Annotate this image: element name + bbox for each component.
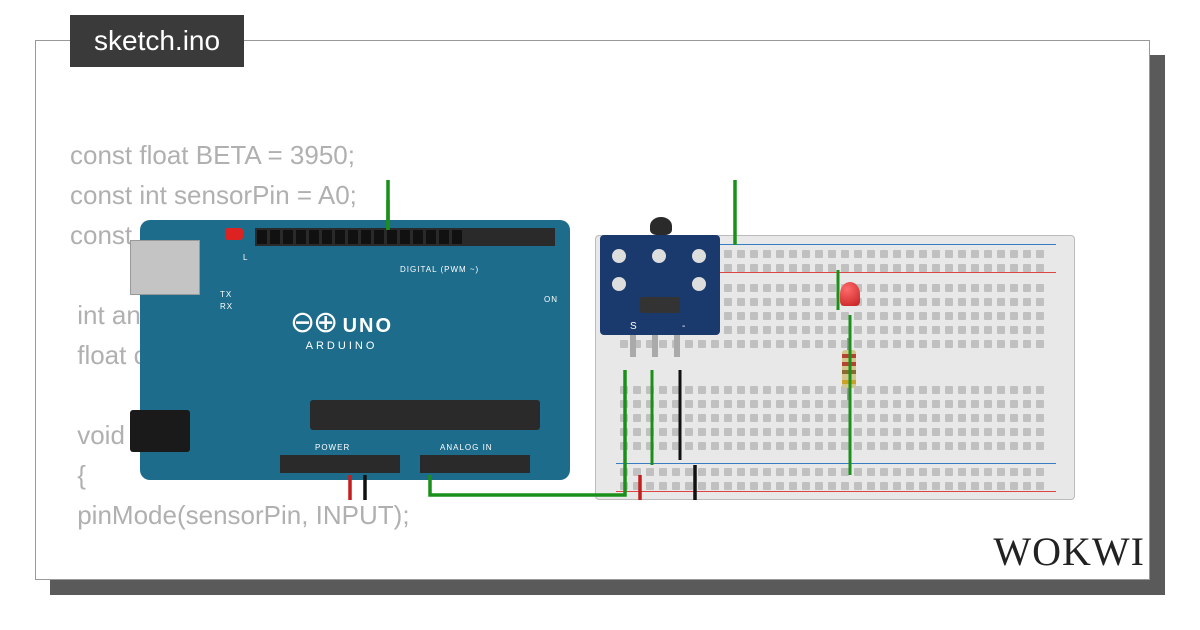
smd-component xyxy=(640,297,680,313)
infinity-icon: ⊖⊕ UNO xyxy=(290,305,393,340)
red-led[interactable] xyxy=(840,282,860,306)
power-pin-header[interactable] xyxy=(280,455,400,473)
breadboard-row[interactable] xyxy=(620,428,1052,436)
on-led-label: ON xyxy=(544,295,558,304)
module-pin-s: S xyxy=(630,321,637,332)
reset-button[interactable] xyxy=(225,228,243,240)
breadboard-row[interactable] xyxy=(620,386,1052,394)
analog-pin-header[interactable] xyxy=(420,455,530,473)
rx-label: RX xyxy=(220,302,233,311)
arduino-uno-board[interactable]: ⊖⊕ UNO ARDUINO DIGITAL (PWM ~) POWER ANA… xyxy=(140,220,570,480)
module-pin-minus: - xyxy=(682,321,685,332)
breadboard-row[interactable] xyxy=(620,482,1052,490)
usb-port xyxy=(130,240,200,295)
code-line: const float BETA = 3950; xyxy=(70,140,355,170)
wokwi-brand-logo: WOKWI xyxy=(993,528,1145,575)
simulator-canvas[interactable]: ⊖⊕ UNO ARDUINO DIGITAL (PWM ~) POWER ANA… xyxy=(140,220,1100,500)
file-tab[interactable]: sketch.ino xyxy=(70,15,244,67)
tx-label: TX xyxy=(220,290,232,299)
code-line: const int sensorPin = A0; xyxy=(70,180,357,210)
breadboard-row[interactable] xyxy=(620,400,1052,408)
power-label: POWER xyxy=(315,443,350,452)
thermistor-module[interactable]: S - xyxy=(600,235,720,335)
arduino-logo: ⊖⊕ UNO ARDUINO xyxy=(290,305,393,352)
power-jack xyxy=(130,410,190,452)
module-pins xyxy=(630,335,680,357)
code-line: { xyxy=(70,460,86,490)
atmega-chip xyxy=(310,400,540,430)
breadboard-row[interactable] xyxy=(620,442,1052,450)
breadboard-row[interactable] xyxy=(620,468,1052,476)
code-line: pinMode(sensorPin, INPUT); xyxy=(70,500,410,530)
l-label: L xyxy=(243,253,248,262)
breadboard-row[interactable] xyxy=(620,414,1052,422)
resistor[interactable] xyxy=(842,350,856,388)
breadboard-row[interactable] xyxy=(620,340,1052,348)
tab-label: sketch.ino xyxy=(94,25,220,56)
thermistor-icon xyxy=(650,217,672,235)
analog-label: ANALOG IN xyxy=(440,443,493,452)
digital-pin-header[interactable] xyxy=(255,228,555,246)
digital-label: DIGITAL (PWM ~) xyxy=(400,265,479,274)
